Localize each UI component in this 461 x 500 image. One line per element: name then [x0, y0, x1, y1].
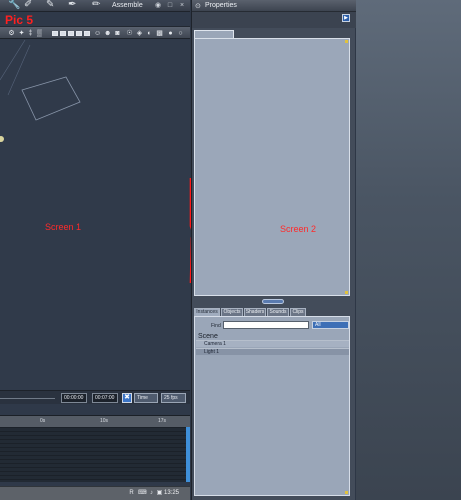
end-time-field[interactable]: 00:07:00	[92, 393, 118, 403]
solid-icon[interactable]	[76, 31, 82, 36]
pin-icon[interactable]: ⊙	[195, 2, 201, 10]
properties-content	[194, 38, 350, 296]
panel-menu-icon[interactable]: ▶	[342, 14, 350, 22]
resize-handle[interactable]	[345, 40, 348, 43]
timeline-scrollbar[interactable]	[186, 427, 190, 482]
light-icon[interactable]: ☉	[126, 30, 133, 37]
fps-select[interactable]: 25 fps	[161, 393, 186, 403]
tray-network-icon[interactable]: ▣	[156, 490, 163, 497]
scene-panel: Find All Scene Camera 1 Light 1	[194, 316, 350, 496]
filter-select[interactable]: All	[312, 321, 349, 329]
resize-handle[interactable]	[345, 291, 348, 294]
screen1-label: Screen 1	[45, 222, 82, 232]
time-controls: 00:00:00 00:07:00 ✖ Time 25 fps	[0, 390, 190, 404]
time-mode-select[interactable]: Time	[134, 393, 158, 403]
sphere-icon[interactable]: ◐	[146, 30, 153, 37]
start-time-field[interactable]: 00:00:00	[61, 393, 87, 403]
shade-ball-icon[interactable]: ○	[177, 30, 184, 37]
joint-icon[interactable]: ✦	[18, 30, 25, 37]
close-icon[interactable]: ×	[178, 2, 186, 9]
texture-icon[interactable]: ▩	[156, 30, 163, 37]
eye-icon[interactable]: ◉	[154, 2, 162, 9]
tray-volume-icon[interactable]: ♪	[148, 490, 155, 497]
viewport-scene	[0, 39, 81, 142]
panel-splitter-handle[interactable]	[262, 299, 284, 304]
gear-icon[interactable]: ⚙	[8, 30, 15, 37]
view-toolbar: ⚙ ✦ ‡ ▒ ☺ ☻ ◙ ☉ ◈ ◐ ▩ ● ○	[0, 26, 190, 39]
box-icon[interactable]	[52, 31, 58, 36]
scene-item-camera[interactable]: Camera 1	[196, 340, 349, 347]
restore-icon[interactable]: □	[166, 2, 174, 9]
timeline-track[interactable]	[0, 427, 186, 482]
tick-label: 0s	[40, 418, 46, 424]
pen-icon[interactable]: ✎	[46, 0, 56, 10]
3d-viewport[interactable]	[0, 39, 190, 390]
ball-icon[interactable]: ●	[167, 30, 174, 37]
timeline-ruler: 0s 10s 17s	[0, 415, 190, 427]
pic-label: Pic 5	[5, 13, 34, 27]
screen2-label: Screen 2	[280, 224, 317, 234]
brush-icon[interactable]: ✐	[24, 0, 34, 10]
face-icon[interactable]: ☻	[104, 30, 111, 37]
camera-icon[interactable]: ◙	[114, 30, 121, 37]
cross-icon[interactable]: ✖	[122, 393, 132, 403]
time-slider[interactable]	[0, 398, 55, 399]
wire-icon[interactable]	[68, 31, 74, 36]
find-label: Find	[211, 323, 221, 329]
bone-icon[interactable]: ‡	[27, 30, 34, 37]
tick-label: 17s	[158, 418, 167, 424]
pencil-icon[interactable]: ✏	[92, 0, 102, 10]
scene-heading: Scene	[198, 333, 218, 340]
tick-label: 10s	[100, 418, 109, 424]
scene-item-light[interactable]: Light 1	[196, 348, 349, 355]
frame-icon[interactable]	[60, 31, 66, 36]
resize-handle[interactable]	[345, 491, 348, 494]
mask-icon[interactable]: ☺	[94, 30, 101, 37]
properties-panel: ⊙ Properties ▶ Screen 2 Instances Object…	[191, 0, 356, 500]
viewport-pane: 🔧 ✐ ✎ ✒ ✏ Assemble ◉ □ × Pic 5 ⚙ ✦ ‡ ▒ ☺…	[0, 0, 190, 500]
properties-title: Properties	[205, 2, 237, 9]
camera-frustum[interactable]	[21, 76, 81, 121]
light-icon[interactable]	[0, 136, 4, 142]
cube-icon[interactable]: ◈	[136, 30, 143, 37]
wrench-icon[interactable]: 🔧	[8, 0, 20, 10]
grid-icon[interactable]: ▒	[36, 30, 43, 37]
assemble-title-bar: 🔧 ✐ ✎ ✒ ✏ Assemble ◉ □ ×	[0, 0, 190, 12]
properties-title-bar: ⊙ Properties	[192, 0, 356, 12]
clock: 13:25	[164, 490, 180, 496]
desktop-background	[356, 0, 461, 500]
assemble-title: Assemble	[112, 2, 143, 9]
find-input[interactable]	[223, 321, 309, 329]
lit-icon[interactable]	[84, 31, 90, 36]
properties-toolbar: ▶	[192, 12, 356, 28]
taskbar: R ⌨ ♪ ▣ 13:25	[0, 486, 190, 500]
tray-r-icon[interactable]: R	[128, 490, 135, 497]
knife-icon[interactable]: ✒	[68, 0, 78, 10]
tray-keyboard-icon[interactable]: ⌨	[138, 490, 147, 497]
